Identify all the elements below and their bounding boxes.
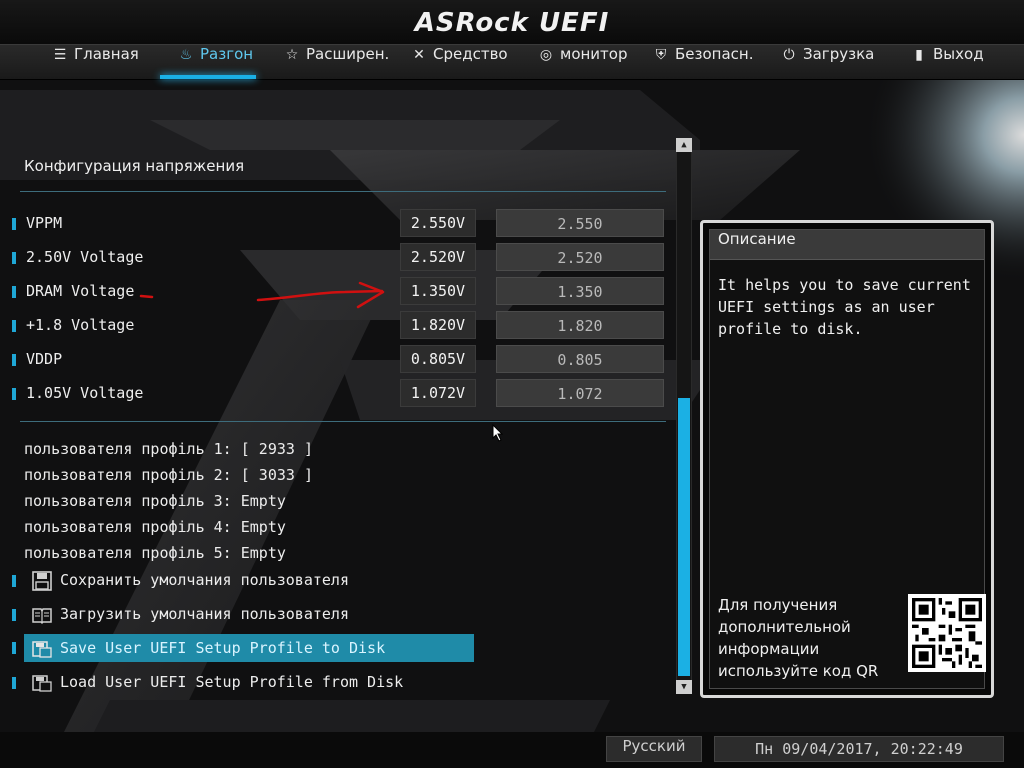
voltage-label: 2.50V Voltage (26, 248, 144, 266)
shield-icon: ⛨ (655, 47, 667, 63)
voltage-label: 1.05V Voltage (26, 384, 144, 402)
voltage-reading: 1.072V (400, 379, 476, 407)
language-selector[interactable]: Русский (606, 736, 702, 762)
tab-boot[interactable]: ⏻ Загрузка (781, 45, 874, 79)
save-icon (32, 571, 52, 591)
divider (20, 191, 666, 192)
mouse-cursor-icon (492, 424, 504, 442)
voltage-label: VDDP (26, 350, 63, 368)
voltage-label: DRAM Voltage (26, 282, 135, 300)
voltage-label: VPPM (26, 214, 63, 232)
user-profile-5: пользователя профіль 5: Empty (24, 544, 286, 562)
scroll-up-arrow-icon[interactable]: ▲ (676, 138, 692, 152)
save-profile-to-disk-button[interactable]: Save User UEFI Setup Profile to Disk (0, 634, 476, 662)
row-bullet (12, 388, 16, 400)
tab-label: Разгон (200, 45, 254, 63)
user-profile-3: пользователя профіль 3: Empty (24, 492, 286, 510)
row-bullet (12, 218, 16, 230)
description-title: Описание (710, 230, 984, 260)
voltage-row-dram[interactable]: DRAM Voltage 1.350V 1.350 (0, 277, 670, 307)
voltage-reading: 0.805V (400, 345, 476, 373)
description-body: Описание It helps you to save current UE… (709, 229, 986, 689)
tab-label: Выход (933, 45, 984, 63)
voltage-row-vddp[interactable]: VDDP 0.805V 0.805 (0, 345, 670, 375)
description-panel: Описание It helps you to save current UE… (700, 220, 994, 698)
row-bullet (12, 252, 16, 264)
monitor-icon: ◎ (539, 47, 553, 63)
voltage-input[interactable]: 2.520 (496, 243, 664, 271)
voltage-reading: 2.520V (400, 243, 476, 271)
voltage-row-vppm[interactable]: VPPM 2.550V 2.550 (0, 209, 670, 239)
scroll-down-arrow-icon[interactable]: ▼ (676, 680, 692, 694)
list-icon: ☰ (53, 47, 67, 63)
voltage-input[interactable]: 2.550 (496, 209, 664, 237)
user-profile-2: пользователя профіль 2: [ 3033 ] (24, 466, 313, 484)
action-label: Load User UEFI Setup Profile from Disk (60, 673, 404, 691)
tab-exit[interactable]: ▮ Выход (911, 45, 984, 79)
load-disk-icon (32, 675, 52, 692)
action-label: Сохранить умолчания пользователя (60, 571, 349, 589)
tab-advanced[interactable]: ☆ Расширен. (284, 45, 390, 79)
voltage-input[interactable]: 1.350 (496, 277, 664, 305)
tab-label: Средство (433, 45, 508, 63)
main-nav: ☰ Главная ♨ Разгон ☆ Расширен. ✕ Средство ◎ м… (0, 44, 1024, 80)
power-icon: ⏻ (783, 47, 795, 63)
tools-icon: ✕ (413, 47, 425, 63)
exit-door-icon: ▮ (915, 47, 923, 63)
section-title: Конфигурация напряжения (24, 157, 245, 175)
tab-label: Загрузка (803, 45, 875, 63)
tab-security[interactable]: ⛨ Безопасн. (653, 45, 754, 79)
description-text: It helps you to save current UEFI settin… (718, 276, 971, 338)
date-time-display: Пн 09/04/2017, 20:22:49 (714, 736, 1004, 762)
qr-info-text: Для получения дополнительной информации … (718, 596, 879, 680)
book-icon (32, 608, 52, 625)
voltage-reading: 1.820V (400, 311, 476, 339)
qr-code-icon (908, 594, 986, 672)
row-bullet (12, 354, 16, 366)
tab-monitor[interactable]: ◎ монитор (538, 45, 628, 79)
divider (20, 421, 666, 422)
voltage-reading: 1.350V (400, 277, 476, 305)
voltage-input[interactable]: 0.805 (496, 345, 664, 373)
tab-tools[interactable]: ✕ Средство (411, 45, 508, 79)
voltage-row-1v05[interactable]: 1.05V Voltage 1.072V 1.072 (0, 379, 670, 409)
user-profile-4: пользователя профіль 4: Empty (24, 518, 286, 536)
save-user-defaults-button[interactable]: Сохранить умолчания пользователя (0, 567, 476, 595)
tab-label: Расширен. (306, 45, 390, 63)
tab-overclock[interactable]: ♨ Разгон (178, 45, 253, 79)
tab-label: Безопасн. (675, 45, 754, 63)
load-user-defaults-button[interactable]: Загрузить умолчания пользователя (0, 601, 476, 629)
row-bullet (12, 575, 16, 587)
row-bullet (12, 286, 16, 298)
row-bullet (12, 320, 16, 332)
voltage-input[interactable]: 1.820 (496, 311, 664, 339)
voltage-row-1v8[interactable]: +1.8 Voltage 1.820V 1.820 (0, 311, 670, 341)
active-tab-indicator (160, 75, 256, 79)
row-bullet (12, 609, 16, 621)
brand-logo: ASRock UEFI (414, 8, 610, 38)
star-icon: ☆ (285, 47, 299, 63)
top-header: ASRock UEFI (0, 0, 1024, 44)
save-disk-icon (32, 641, 52, 658)
row-bullet (12, 642, 16, 654)
tab-label: Главная (74, 45, 139, 63)
row-bullet (12, 677, 16, 689)
voltage-label: +1.8 Voltage (26, 316, 135, 334)
voltage-reading: 2.550V (400, 209, 476, 237)
load-profile-from-disk-button[interactable]: Load User UEFI Setup Profile from Disk (0, 669, 476, 697)
tab-main[interactable]: ☰ Главная (52, 45, 139, 79)
action-label: Загрузить умолчания пользователя (60, 605, 349, 623)
voltage-row-2v5[interactable]: 2.50V Voltage 2.520V 2.520 (0, 243, 670, 273)
flame-icon: ♨ (179, 47, 193, 63)
voltage-input[interactable]: 1.072 (496, 379, 664, 407)
action-label: Save User UEFI Setup Profile to Disk (60, 639, 386, 657)
tab-label: монитор (560, 45, 628, 63)
scrollbar-thumb[interactable] (678, 398, 690, 676)
user-profile-1: пользователя профіль 1: [ 2933 ] (24, 440, 313, 458)
